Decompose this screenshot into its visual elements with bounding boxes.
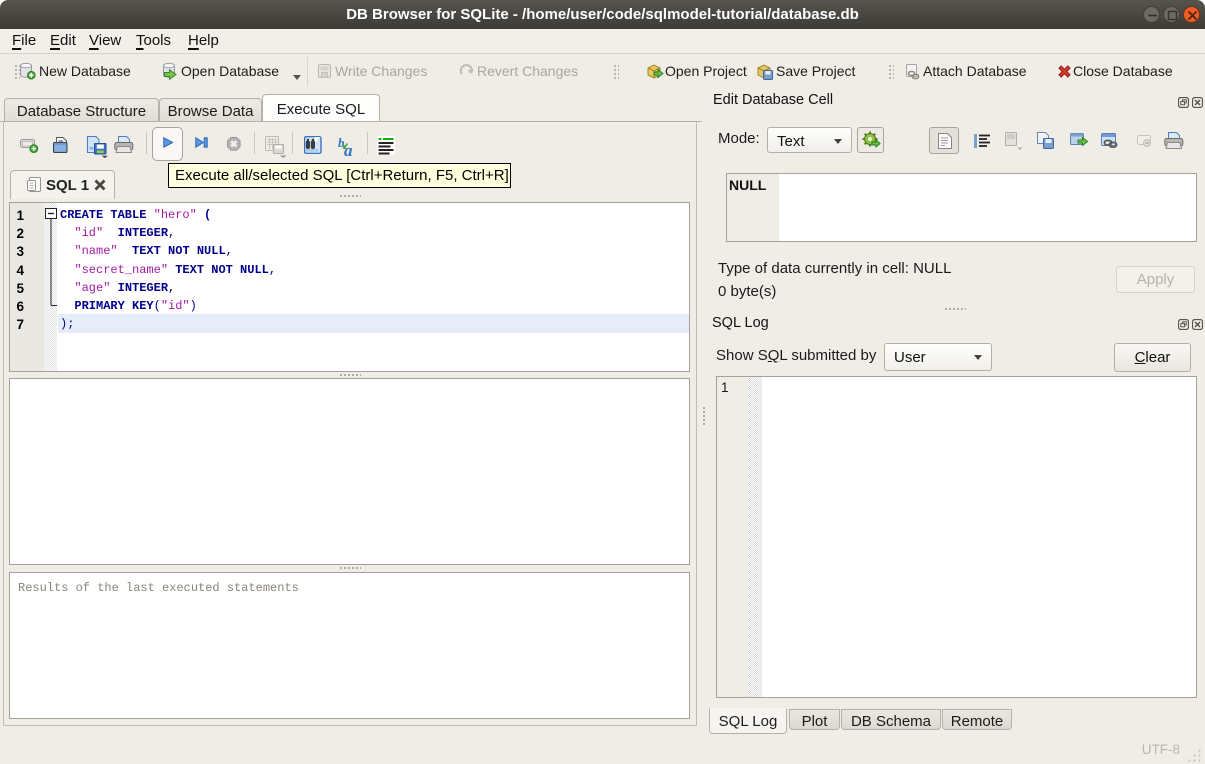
svg-text:a: a (344, 141, 353, 158)
